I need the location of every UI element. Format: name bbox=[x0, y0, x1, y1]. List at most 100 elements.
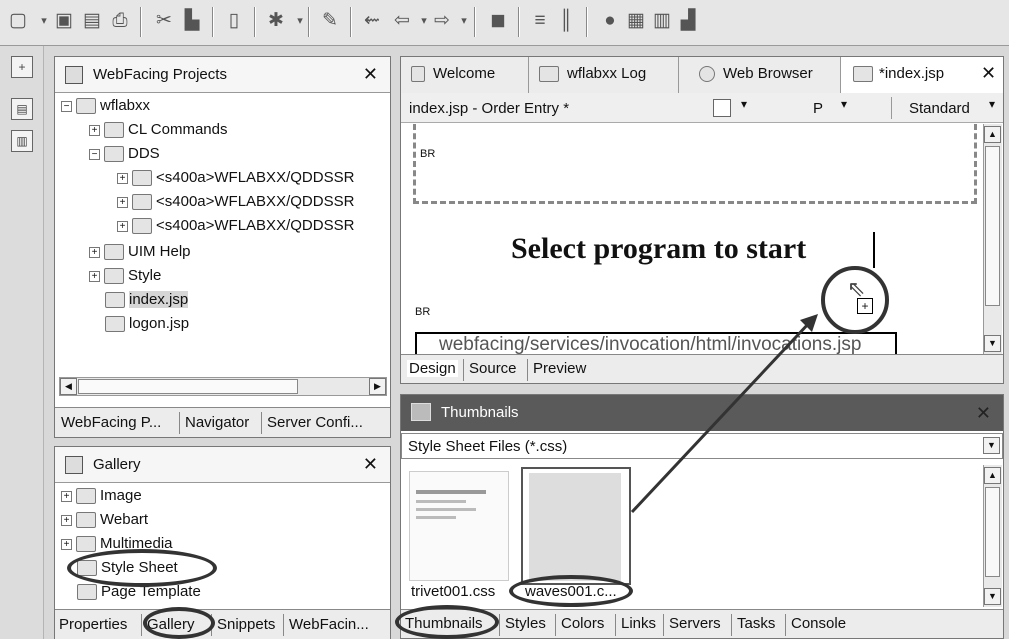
view-title-bar: WebFacing Projects ✕ bbox=[55, 57, 390, 93]
close-icon[interactable]: ✕ bbox=[363, 454, 378, 475]
tab-wflabxx-log[interactable]: wflabxx Log bbox=[529, 57, 679, 93]
expand-icon[interactable]: + bbox=[61, 514, 72, 526]
page-properties-icon[interactable] bbox=[713, 99, 731, 117]
tab-web-browser[interactable]: Web Browser bbox=[679, 57, 841, 93]
open-perspective-icon[interactable]: + bbox=[11, 56, 33, 78]
tree-item-index-jsp[interactable]: index.jsp bbox=[105, 291, 189, 309]
collapse-icon[interactable]: − bbox=[89, 148, 100, 160]
project-icon bbox=[76, 98, 96, 115]
scroll-down-icon[interactable]: ▼ bbox=[984, 335, 1001, 352]
dropdown-arrow-icon[interactable]: ▾ bbox=[452, 9, 476, 33]
tree-item-dds[interactable]: − DDS bbox=[89, 145, 160, 163]
table-icon[interactable]: ▦ bbox=[624, 9, 648, 33]
tree-item-style[interactable]: + Style bbox=[89, 267, 161, 285]
view-tab-bar: Properties Gallery Snippets WebFacin... bbox=[55, 609, 390, 639]
vertical-scrollbar[interactable]: ▲ ▼ bbox=[983, 465, 1002, 607]
gallery-item-image[interactable]: + Image bbox=[61, 487, 142, 505]
url-link-field[interactable]: webfacing/services/invocation/html/invoc… bbox=[415, 332, 897, 354]
close-icon[interactable]: ✕ bbox=[363, 64, 378, 85]
scrollbar-thumb[interactable] bbox=[985, 146, 1000, 306]
expand-icon[interactable]: + bbox=[89, 124, 100, 136]
save-icon[interactable]: ▣ bbox=[52, 9, 76, 33]
dropdown-arrow-icon[interactable]: ▾ bbox=[841, 97, 847, 111]
gallery-item-webart[interactable]: + Webart bbox=[61, 511, 148, 529]
tree-item-project[interactable]: − wflabxx bbox=[61, 97, 150, 115]
tab-webfacing[interactable]: WebFacin... bbox=[289, 616, 369, 633]
tab-navigator[interactable]: Navigator bbox=[185, 414, 249, 431]
page-icon[interactable]: ▯ bbox=[222, 9, 246, 33]
expand-icon[interactable]: + bbox=[89, 270, 100, 282]
webart-icon bbox=[76, 512, 96, 529]
file-type-select[interactable]: Style Sheet Files (*.css) ▼ bbox=[401, 433, 1003, 459]
scrollbar-thumb[interactable] bbox=[78, 379, 298, 394]
scroll-left-icon[interactable]: ◀ bbox=[60, 378, 77, 395]
tab-server-configuration[interactable]: Server Confi... bbox=[267, 414, 363, 431]
perspective-icon[interactable]: ▤ bbox=[11, 98, 33, 120]
tab-links[interactable]: Links bbox=[621, 615, 656, 632]
tab-colors[interactable]: Colors bbox=[561, 615, 604, 632]
save-all-icon[interactable]: ▤ bbox=[80, 9, 104, 33]
tab-console[interactable]: Console bbox=[791, 615, 846, 632]
web-perspective-icon[interactable]: ▥ bbox=[11, 130, 33, 152]
edit-pen-icon[interactable]: ✎ bbox=[318, 9, 342, 33]
align-icon[interactable]: ≡ bbox=[528, 9, 552, 33]
database-icon[interactable]: ▟ bbox=[676, 9, 700, 33]
tab-styles[interactable]: Styles bbox=[505, 615, 546, 632]
thumbnail-waves[interactable] bbox=[521, 467, 631, 585]
back-icon[interactable]: ⇦ bbox=[390, 9, 414, 33]
thumbnail-trivet[interactable] bbox=[409, 471, 509, 581]
forward-icon[interactable]: ⇨ bbox=[430, 9, 454, 33]
highlight-oval bbox=[395, 605, 499, 639]
tab-servers[interactable]: Servers bbox=[669, 615, 721, 632]
tree-item-dds-member[interactable]: + <s400a>WFLABXX/QDDSSR bbox=[117, 193, 354, 211]
vertical-scrollbar[interactable]: ▲ ▼ bbox=[983, 124, 1002, 354]
dropdown-arrow-icon[interactable]: ▾ bbox=[741, 97, 747, 111]
expand-icon[interactable]: + bbox=[117, 196, 128, 208]
paragraph-style-select[interactable]: P bbox=[813, 100, 823, 117]
close-icon[interactable]: ✕ bbox=[981, 63, 996, 84]
tree-item-cl-commands[interactable]: + CL Commands bbox=[89, 121, 227, 139]
tree-item-dds-member[interactable]: + <s400a>WFLABXX/QDDSSR bbox=[117, 217, 354, 235]
new-icon[interactable]: ▢ bbox=[6, 9, 30, 33]
scroll-right-icon[interactable]: ▶ bbox=[369, 378, 386, 395]
tab-snippets[interactable]: Snippets bbox=[217, 616, 275, 633]
expand-icon[interactable]: + bbox=[117, 220, 128, 232]
scrollbar-thumb[interactable] bbox=[985, 487, 1000, 577]
print-icon[interactable]: ⎙ bbox=[108, 9, 132, 33]
scroll-up-icon[interactable]: ▲ bbox=[984, 126, 1001, 143]
tab-webfacing-projects[interactable]: WebFacing P... bbox=[61, 414, 161, 431]
cut-icon[interactable]: ✂ bbox=[152, 9, 176, 33]
tab-welcome[interactable]: Welcome bbox=[401, 57, 529, 93]
tab-tasks[interactable]: Tasks bbox=[737, 615, 775, 632]
horizontal-scrollbar[interactable]: ◀ ▶ bbox=[59, 377, 387, 396]
expand-icon[interactable]: + bbox=[89, 246, 100, 258]
tree-item-logon-jsp[interactable]: logon.jsp bbox=[105, 315, 189, 333]
tab-properties[interactable]: Properties bbox=[59, 616, 127, 633]
tab-design[interactable]: Design bbox=[407, 360, 458, 377]
dropdown-arrow-icon[interactable]: ▾ bbox=[989, 97, 995, 111]
tab-index-jsp[interactable]: *index.jsp ✕ bbox=[841, 57, 1003, 93]
paste-icon[interactable]: ▙ bbox=[180, 9, 204, 33]
expand-icon[interactable]: + bbox=[61, 490, 72, 502]
tree-item-uim-help[interactable]: + UIM Help bbox=[89, 243, 191, 261]
close-icon[interactable]: ✕ bbox=[976, 403, 991, 424]
align-bars-icon[interactable]: ║ bbox=[554, 9, 578, 33]
table-edit-icon[interactable]: ▥ bbox=[650, 9, 674, 33]
page-heading[interactable]: Select program to start bbox=[511, 232, 806, 266]
tab-source[interactable]: Source bbox=[469, 360, 517, 377]
record-icon[interactable]: ● bbox=[598, 9, 622, 33]
scroll-up-icon[interactable]: ▲ bbox=[984, 467, 1001, 484]
design-canvas[interactable]: BR Select program to start BR webfacing/… bbox=[401, 124, 983, 354]
expand-icon[interactable]: + bbox=[61, 538, 72, 550]
expand-icon[interactable]: + bbox=[117, 172, 128, 184]
link-icon[interactable]: ⇜ bbox=[360, 9, 384, 33]
font-style-select[interactable]: Standard bbox=[909, 100, 970, 117]
tab-separator bbox=[615, 614, 616, 636]
tab-preview[interactable]: Preview bbox=[533, 360, 586, 377]
screen-icon[interactable]: ◼ bbox=[486, 9, 510, 33]
run-icon[interactable]: ✱ bbox=[264, 9, 288, 33]
collapse-icon[interactable]: − bbox=[61, 100, 72, 112]
dropdown-arrow-icon[interactable]: ▼ bbox=[983, 437, 1000, 454]
scroll-down-icon[interactable]: ▼ bbox=[984, 588, 1001, 605]
tree-item-dds-member[interactable]: + <s400a>WFLABXX/QDDSSR bbox=[117, 169, 354, 187]
